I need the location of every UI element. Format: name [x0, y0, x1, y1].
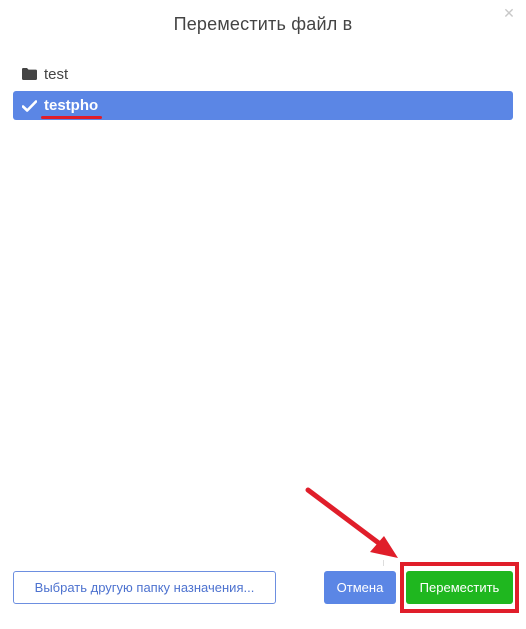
choose-other-folder-button[interactable]: Выбрать другую папку назначения... — [13, 571, 276, 604]
close-icon[interactable]: ✕ — [502, 6, 516, 20]
move-button[interactable]: Переместить — [406, 571, 513, 604]
folder-item-test[interactable]: test — [13, 60, 513, 88]
red-underline-annotation — [41, 116, 103, 119]
dialog-title: Переместить файл в — [173, 14, 353, 34]
folder-icon — [22, 67, 38, 81]
move-file-dialog: Переместить файл в ✕ test testpho Выбрат… — [0, 0, 526, 629]
folder-label: test — [44, 65, 69, 83]
folder-label-selected: testpho — [41, 97, 103, 119]
red-arrow-annotation — [305, 487, 398, 558]
folder-list: test testpho — [13, 60, 513, 120]
checkmark-icon — [22, 99, 38, 113]
divider — [383, 560, 384, 566]
folder-item-testpho[interactable]: testpho — [13, 91, 513, 120]
cancel-button[interactable]: Отмена — [324, 571, 396, 604]
